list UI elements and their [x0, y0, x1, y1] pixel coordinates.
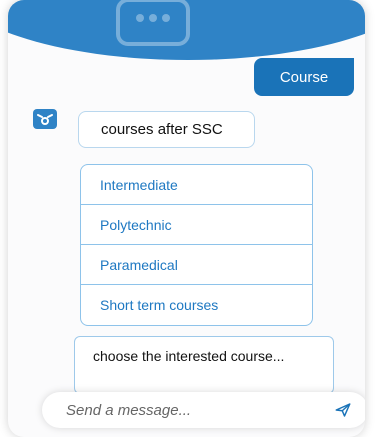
send-paper-plane-icon — [335, 403, 351, 417]
bot-face-icon — [33, 109, 57, 129]
course-options-list: Intermediate Polytechnic Paramedical Sho… — [80, 164, 313, 326]
bot-prompt-bubble: choose the interested course... — [74, 336, 334, 394]
option-paramedical[interactable]: Paramedical — [81, 245, 312, 285]
send-button[interactable] — [334, 401, 352, 419]
user-message-bubble: Course — [254, 58, 354, 96]
message-composer — [42, 392, 365, 428]
option-intermediate[interactable]: Intermediate — [81, 165, 312, 205]
message-input[interactable] — [42, 400, 318, 420]
chat-window: · · · · · · · · · · · Course courses aft… — [8, 0, 365, 437]
chat-screen: · · · · · · · · · · · Course courses aft… — [0, 0, 375, 437]
option-short-term-courses[interactable]: Short term courses — [81, 285, 312, 325]
chat-bubble-icon — [116, 0, 190, 46]
bot-message-bubble: courses after SSC — [78, 111, 255, 148]
option-polytechnic[interactable]: Polytechnic — [81, 205, 312, 245]
